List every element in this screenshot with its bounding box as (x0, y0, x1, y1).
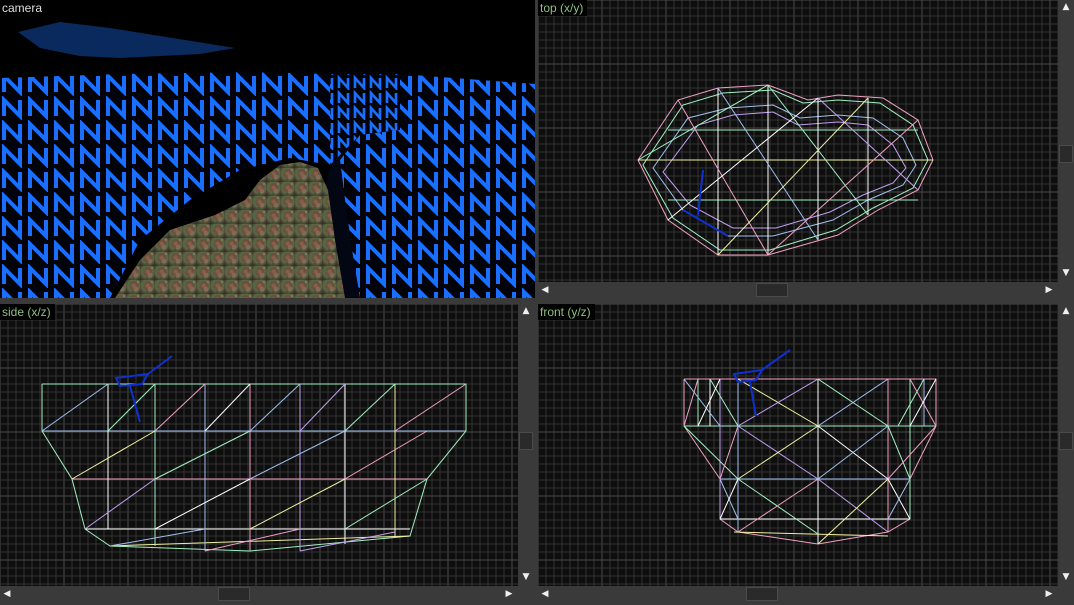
top-viewport[interactable]: top (x/y) (538, 0, 1058, 282)
scroll-up-icon[interactable]: ▲ (1059, 0, 1073, 14)
scroll-thumb[interactable] (746, 587, 778, 601)
scroll-thumb[interactable] (756, 283, 788, 297)
scroll-right-icon[interactable]: ▶ (1042, 587, 1056, 601)
side-viewport[interactable]: side (x/z) (0, 304, 518, 586)
scroll-up-icon[interactable]: ▲ (1059, 304, 1073, 318)
level-editor-window: camera top (x/y) ▲ ▼ ◀ ▶ side (x/z) ▲ ▼ … (0, 0, 1074, 605)
scroll-left-icon[interactable]: ◀ (538, 283, 552, 297)
scroll-down-icon[interactable]: ▼ (1059, 266, 1073, 280)
side-wireframe (41, 355, 467, 552)
scroll-up-icon[interactable]: ▲ (519, 304, 533, 318)
side-horizontal-scrollbar[interactable]: ◀ ▶ (0, 586, 518, 602)
scroll-thumb[interactable] (519, 432, 533, 450)
front-vertical-scrollbar[interactable]: ▲ ▼ (1058, 304, 1074, 586)
camera-view-label: camera (0, 0, 47, 16)
camera-render (0, 0, 535, 298)
scroll-right-icon[interactable]: ▶ (1042, 283, 1056, 297)
brush-outline (41, 383, 467, 552)
scroll-left-icon[interactable]: ◀ (0, 587, 14, 601)
entity-marker (732, 349, 791, 417)
scroll-down-icon[interactable]: ▼ (1059, 570, 1073, 584)
top-view-label: top (x/y) (538, 0, 588, 16)
camera-viewport[interactable]: camera (0, 0, 535, 298)
scroll-thumb[interactable] (1059, 432, 1073, 450)
top-vertical-scrollbar[interactable]: ▲ ▼ (1058, 0, 1074, 282)
front-horizontal-scrollbar[interactable]: ◀ ▶ (538, 586, 1058, 602)
top-horizontal-scrollbar[interactable]: ◀ ▶ (538, 282, 1058, 298)
scroll-thumb[interactable] (1059, 145, 1073, 163)
entity-marker (114, 355, 173, 423)
scroll-down-icon[interactable]: ▼ (519, 570, 533, 584)
scroll-thumb[interactable] (218, 587, 250, 601)
front-viewport[interactable]: front (y/z) (538, 304, 1058, 586)
side-view-label: side (x/z) (0, 304, 55, 320)
scroll-left-icon[interactable]: ◀ (538, 587, 552, 601)
top-wireframe (637, 84, 934, 256)
front-view-label: front (y/z) (538, 304, 595, 320)
scroll-right-icon[interactable]: ▶ (502, 587, 516, 601)
front-wireframe (683, 349, 937, 545)
side-vertical-scrollbar[interactable]: ▲ ▼ (518, 304, 534, 586)
